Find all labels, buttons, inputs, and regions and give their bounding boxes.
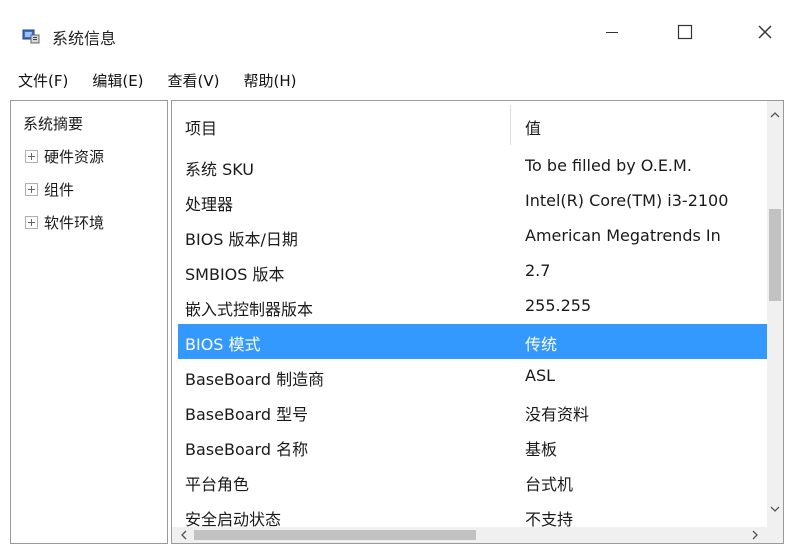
table-row-selected[interactable]: BIOS 模式 传统 xyxy=(178,324,767,359)
table-row[interactable]: BIOS 版本/日期 American Megatrends In xyxy=(178,219,767,254)
cell-item: SMBIOS 版本 xyxy=(185,265,285,284)
vertical-scrollbar[interactable] xyxy=(767,101,783,527)
table-row[interactable]: 平台角色 台式机 xyxy=(178,464,767,499)
menu-help[interactable]: 帮助(H) xyxy=(236,70,305,91)
tree-item-components[interactable]: 组件 xyxy=(25,179,74,200)
cell-value: 不支持 xyxy=(525,510,574,527)
table-row[interactable]: 安全启动状态 不支持 xyxy=(178,499,767,527)
list-header: 项目 值 xyxy=(172,101,767,149)
scroll-down-button[interactable] xyxy=(767,501,783,517)
system-info-icon xyxy=(22,29,40,44)
cell-value: American Megatrends In xyxy=(525,226,721,245)
table-row[interactable]: SMBIOS 版本 2.7 xyxy=(178,254,767,289)
tree-item-software-environment[interactable]: 软件环境 xyxy=(25,212,104,233)
scrollbar-corner xyxy=(767,527,783,543)
minimize-button[interactable] xyxy=(589,12,635,52)
chevron-right-icon xyxy=(752,530,758,540)
cell-item: 平台角色 xyxy=(185,475,250,494)
table-row[interactable]: 处理器 Intel(R) Core(TM) i3-2100 xyxy=(178,184,767,219)
vertical-scroll-thumb[interactable] xyxy=(769,209,781,301)
table-row[interactable]: BaseBoard 名称 基板 xyxy=(178,429,767,464)
list-rows: 系统 SKU To be filled by O.E.M. 处理器 Intel(… xyxy=(172,149,767,527)
cell-item: BaseBoard 型号 xyxy=(185,405,309,424)
horizontal-scroll-thumb[interactable] xyxy=(194,530,476,540)
table-row[interactable]: 嵌入式控制器版本 255.255 xyxy=(178,289,767,324)
column-header-item[interactable]: 项目 xyxy=(185,115,217,139)
category-tree[interactable]: 系统摘要 硬件资源 组件 软件环境 xyxy=(10,100,168,544)
scroll-up-button[interactable] xyxy=(767,107,783,123)
cell-value: 基板 xyxy=(525,440,558,459)
cell-item: BIOS 模式 xyxy=(185,335,261,354)
cell-value: 2.7 xyxy=(525,261,551,280)
column-header-value[interactable]: 值 xyxy=(525,115,541,139)
cell-value: 255.255 xyxy=(525,296,592,315)
cell-item: BaseBoard 名称 xyxy=(185,440,309,459)
menu-bar: 文件(F) 编辑(E) 查看(V) 帮助(H) xyxy=(0,62,789,98)
expand-icon[interactable] xyxy=(25,216,38,229)
scroll-right-button[interactable] xyxy=(747,527,763,543)
cell-value: Intel(R) Core(TM) i3-2100 xyxy=(525,191,729,210)
maximize-button[interactable] xyxy=(662,12,708,52)
chevron-down-icon xyxy=(770,506,780,512)
tree-item-label: 硬件资源 xyxy=(44,148,105,166)
minimize-icon xyxy=(606,32,618,33)
close-button[interactable] xyxy=(742,12,788,52)
menu-file[interactable]: 文件(F) xyxy=(10,70,76,91)
menu-edit[interactable]: 编辑(E) xyxy=(84,70,151,91)
cell-item: 嵌入式控制器版本 xyxy=(185,300,314,319)
tree-item-system-summary[interactable]: 系统摘要 xyxy=(23,113,83,134)
cell-item: BIOS 版本/日期 xyxy=(185,230,298,249)
chevron-left-icon xyxy=(181,530,187,540)
cell-value: 台式机 xyxy=(525,475,574,494)
cell-value: 传统 xyxy=(525,335,558,354)
column-divider[interactable] xyxy=(510,105,511,145)
system-info-window: 系统信息 文件(F) 编辑(E) 查看(V) 帮助(H) 系统摘要 硬件资源 组… xyxy=(0,0,789,549)
tree-item-label: 软件环境 xyxy=(44,214,105,232)
table-row[interactable]: BaseBoard 型号 没有资料 xyxy=(178,394,767,429)
cell-value: 没有资料 xyxy=(525,405,590,424)
expand-icon[interactable] xyxy=(25,150,38,163)
chevron-up-icon xyxy=(770,112,780,118)
cell-item: 处理器 xyxy=(185,195,234,214)
tree-item-label: 组件 xyxy=(44,181,75,199)
menu-view[interactable]: 查看(V) xyxy=(160,70,228,91)
table-row[interactable]: 系统 SKU To be filled by O.E.M. xyxy=(178,149,767,184)
table-row[interactable]: BaseBoard 制造商 ASL xyxy=(178,359,767,394)
scroll-left-button[interactable] xyxy=(176,527,192,543)
cell-value: ASL xyxy=(525,366,556,385)
cell-item: 系统 SKU xyxy=(185,160,255,179)
expand-icon[interactable] xyxy=(25,183,38,196)
horizontal-scrollbar[interactable] xyxy=(172,527,767,543)
cell-value: To be filled by O.E.M. xyxy=(525,156,692,175)
cell-item: BaseBoard 制造商 xyxy=(185,370,325,389)
window-title: 系统信息 xyxy=(52,29,117,48)
title-bar[interactable]: 系统信息 xyxy=(0,0,789,60)
maximize-icon xyxy=(677,24,693,40)
details-list[interactable]: 项目 值 系统 SKU To be filled by O.E.M. 处理器 I… xyxy=(171,100,784,544)
tree-item-hardware-resources[interactable]: 硬件资源 xyxy=(25,146,104,167)
cell-item: 安全启动状态 xyxy=(185,510,282,527)
close-icon xyxy=(758,25,772,39)
